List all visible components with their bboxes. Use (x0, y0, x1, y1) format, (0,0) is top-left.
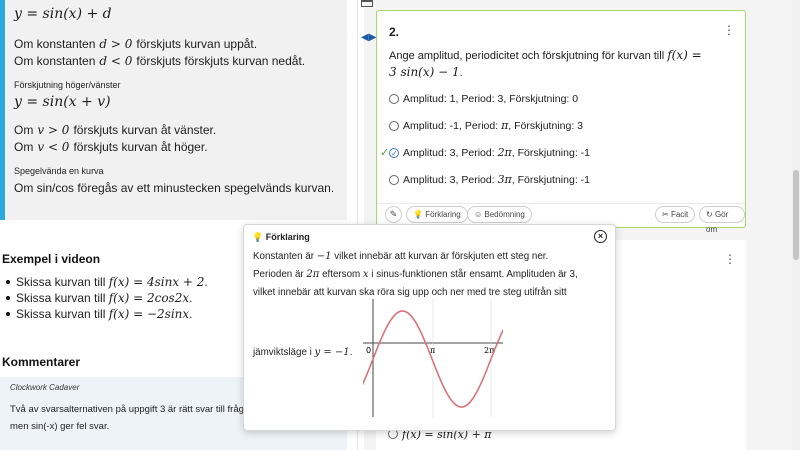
popup-title: 💡 Förklaring (252, 232, 310, 242)
rule-mirror: Om sin/cos föregås av ett minustecken sp… (14, 181, 335, 195)
graph-label-pi: π (430, 346, 435, 355)
radio-button[interactable] (389, 121, 399, 131)
popup-text: Konstanten är −1 vilket innebär att kurv… (253, 251, 578, 298)
redo-button[interactable]: ↻ Gör om (699, 206, 745, 234)
close-icon[interactable]: × (594, 230, 607, 243)
list-item: Skissa kurvan till f(x) = 2cos2x. (6, 290, 208, 306)
checkmark-icon: ✓ (380, 147, 390, 159)
rating-button[interactable]: ☺ Bedömning (467, 206, 532, 223)
radio-button[interactable] (389, 94, 399, 104)
rule-shift-left: Om v > 0 förskjuts kurvan åt vänster. (14, 123, 217, 137)
answer-options: Amplitud: 1, Period: 3, Förskjutning: 0 … (380, 91, 729, 199)
page-scrollbar[interactable] (792, 0, 800, 450)
answer-option[interactable]: Amplitud: -1, Period: π, Förskjutning: 3 (389, 118, 729, 145)
explanation-popup: 💡 Förklaring × Konstanten är −1 vilket i… (243, 224, 616, 431)
report-button[interactable]: ✂ Facit (655, 206, 696, 223)
radio-button[interactable] (389, 175, 399, 185)
rule-shift-right: Om v < 0 förskjuts kurvan åt höger. (14, 140, 208, 154)
formula-vertical-shift: y = sin(x) + d (14, 6, 112, 22)
sine-graph: 0 π 2π (363, 299, 503, 417)
scrollbar-thumb[interactable] (793, 170, 799, 260)
list-item: Skissa kurvan till f(x) = 4sinx + 2. (6, 274, 208, 290)
rule-shift-down: Om konstanten d < 0 förskjuts förskjuts ku… (14, 54, 306, 68)
more-menu-icon[interactable]: ⋮ (724, 252, 736, 266)
radio-button[interactable] (389, 146, 399, 162)
comment-author[interactable]: Clockwork Cadaver (10, 383, 79, 392)
question-card: 2. ⋮ Ange amplitud, periodicitet och för… (376, 10, 746, 234)
rule-shift-up: Om konstanten d > 0 förskjuts kurvan uppåt… (14, 37, 258, 51)
explanation-button[interactable]: 💡 Förklaring (406, 206, 468, 223)
comments-title: Kommentarer (2, 355, 81, 369)
more-menu-icon[interactable]: ⋮ (723, 23, 735, 37)
popup-text-last: jämviktsläge i y = −1. (253, 347, 353, 358)
question-text: Ange amplitud, periodicitet och förskjut… (389, 48, 702, 79)
subhead-mirror: Spegelvända en kurva (14, 166, 104, 176)
theory-accent-bar (0, 0, 5, 220)
answer-option-correct[interactable]: ✓ Amplitud: 3, Period: 2π, Förskjutning:… (380, 145, 729, 172)
examples-title: Exempel i videon (2, 252, 101, 266)
answer-option[interactable]: Amplitud: 1, Period: 3, Förskjutning: 0 (389, 91, 729, 118)
list-item: Skissa kurvan till f(x) = −2sinx. (6, 306, 208, 322)
panel-toggle-icon[interactable]: ◀▶ (361, 31, 376, 45)
window-icon[interactable] (361, 0, 373, 7)
theory-box: y = sin(x) + d Om konstanten d > 0 förskju… (0, 0, 347, 220)
examples-list: Skissa kurvan till f(x) = 4sinx + 2. Ski… (6, 274, 208, 322)
question-number: 2. (389, 25, 400, 39)
edit-pencil-icon[interactable]: ✎ (385, 206, 402, 223)
formula-horizontal-shift: y = sin(x + v) (14, 94, 111, 110)
answer-option[interactable]: Amplitud: 3, Period: 3π, Förskjutning: -… (389, 172, 729, 199)
card-footer-divider (377, 203, 745, 204)
graph-label-origin: 0 (366, 346, 371, 355)
subhead-horizontal-shift: Förskjutning höger/vänster (14, 80, 121, 90)
